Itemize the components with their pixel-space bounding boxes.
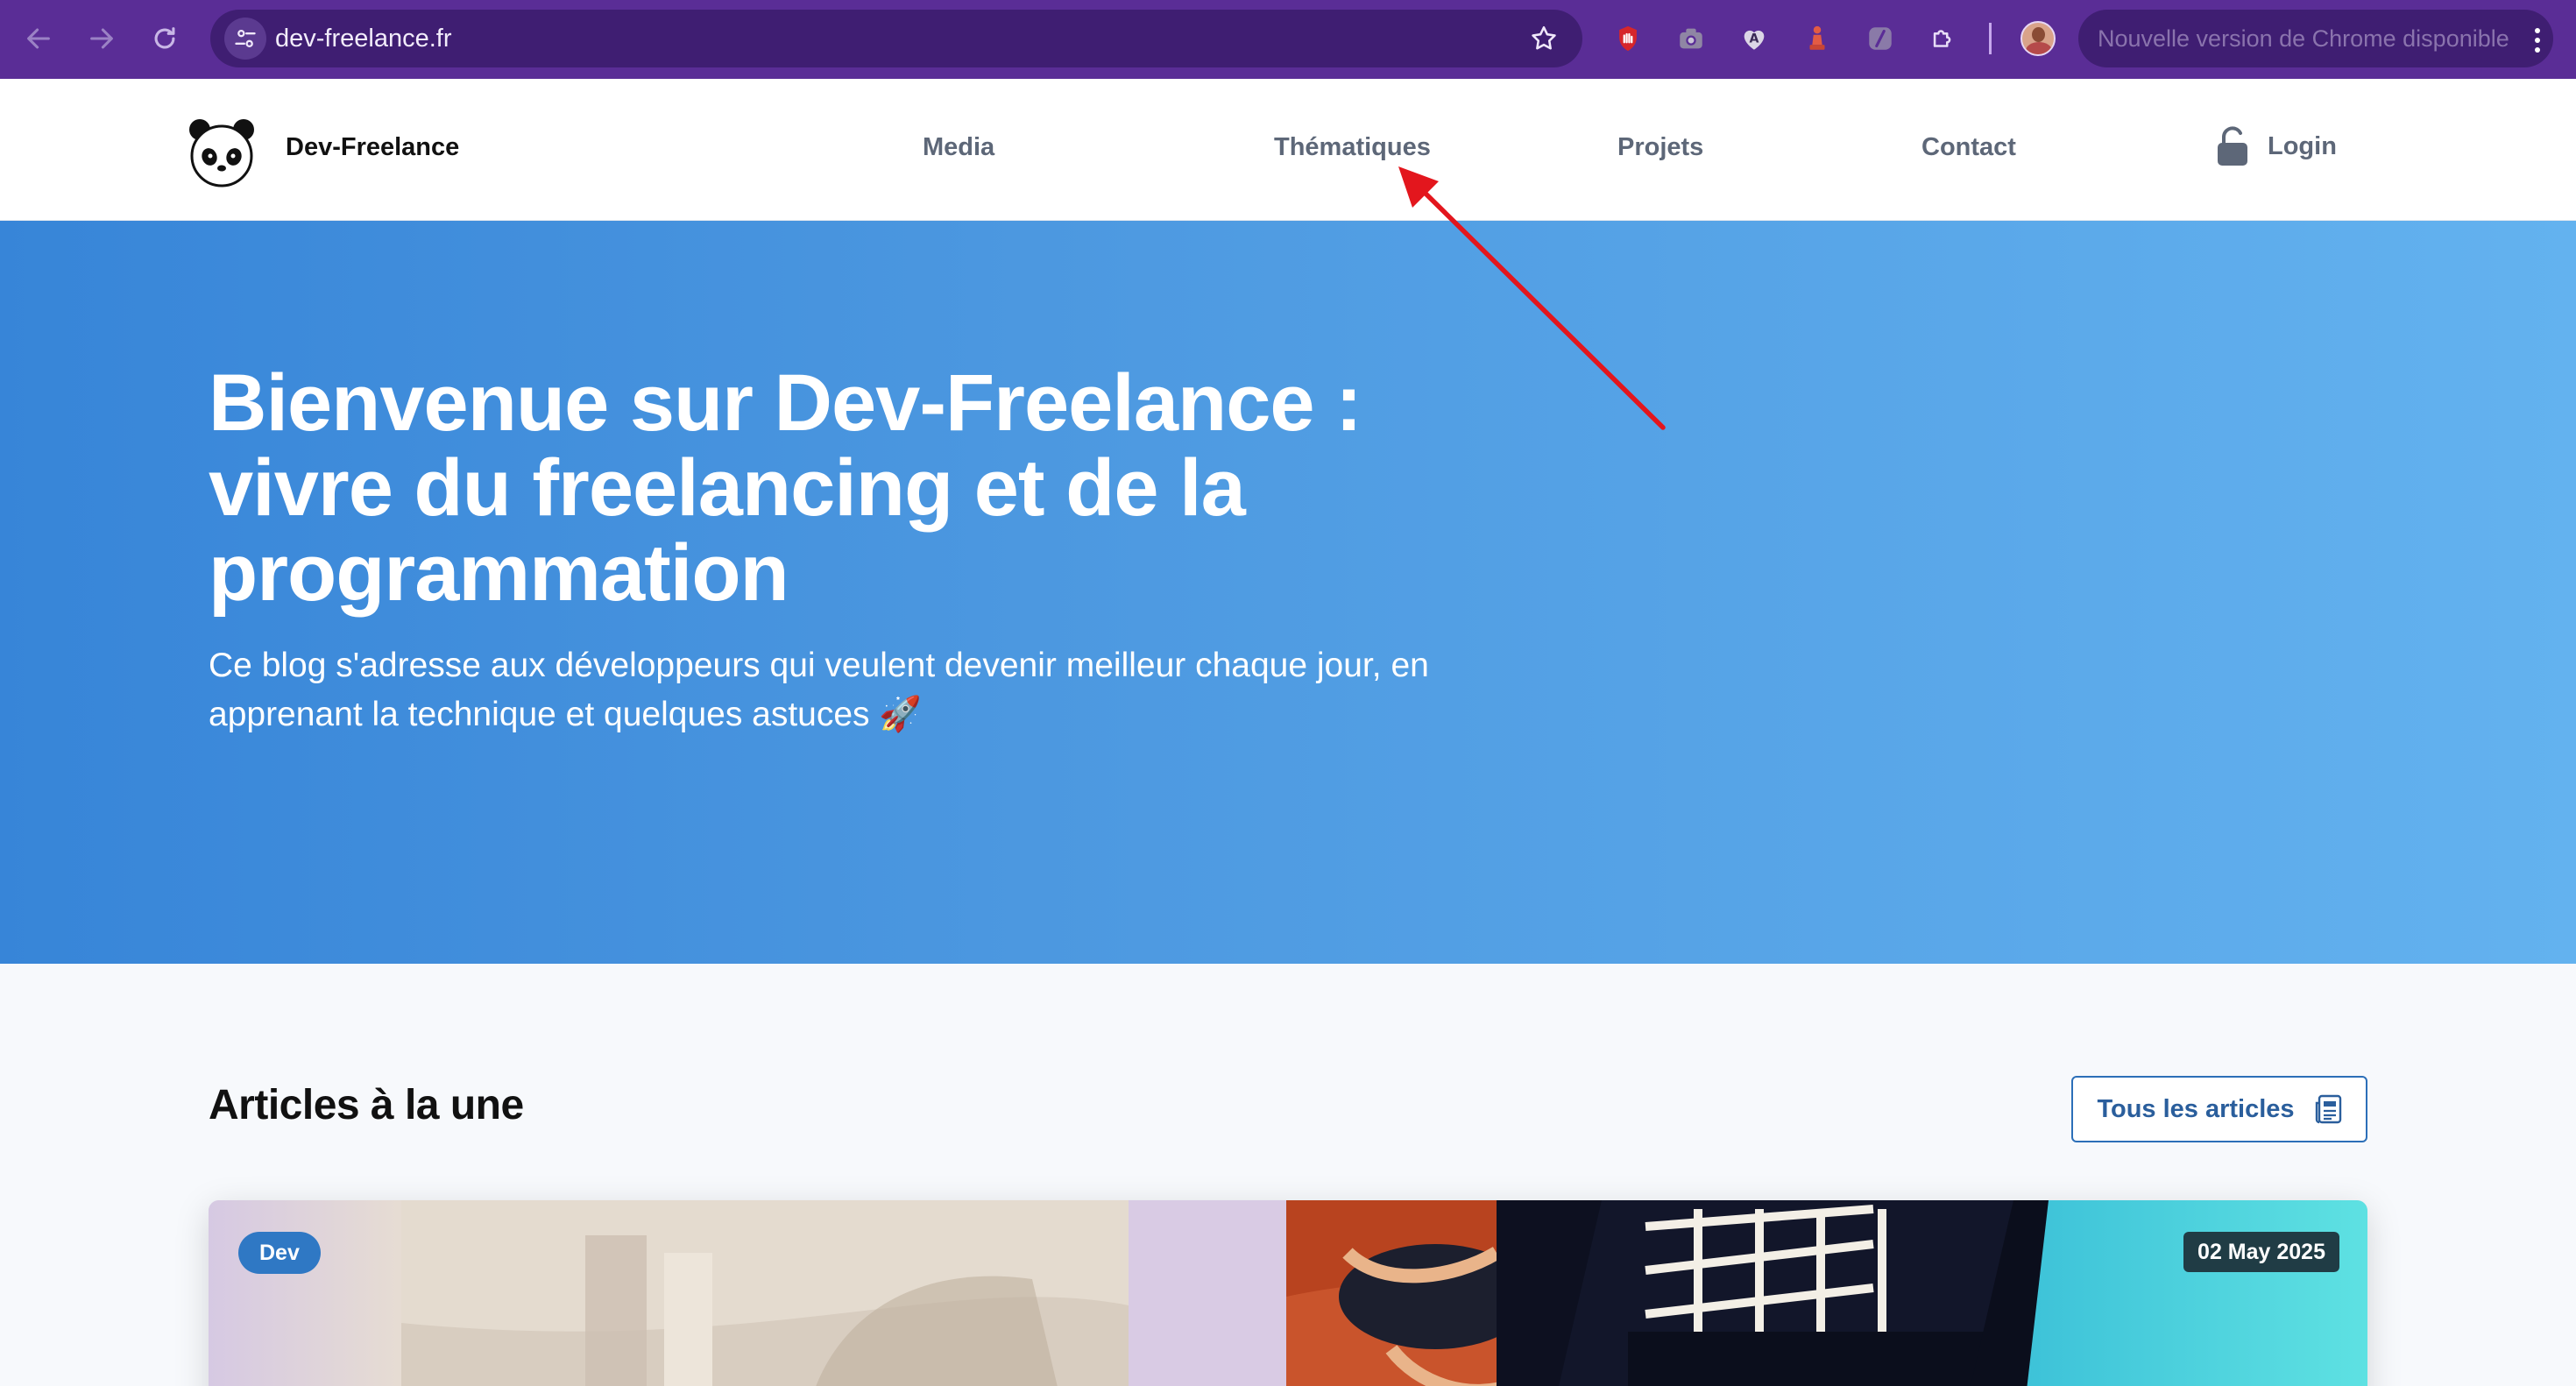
nav-link-thematiques[interactable]: Thématiques — [1274, 133, 1431, 162]
back-button[interactable] — [18, 18, 60, 60]
puzzle-icon — [1933, 30, 1951, 47]
arrow-left-icon — [27, 28, 50, 49]
nav-link-media[interactable]: Media — [923, 133, 994, 162]
unlocked-padlock-icon — [2218, 126, 2247, 166]
newspaper-icon — [2315, 1094, 2341, 1124]
all-articles-label: Tous les articles — [2097, 1094, 2295, 1123]
extension-heart-a-button[interactable]: A — [1735, 19, 1773, 58]
star-icon — [1532, 25, 1556, 50]
url-text[interactable]: dev-freelance.fr — [275, 10, 452, 67]
chrome-update-button[interactable]: Nouvelle version de Chrome disponible — [2078, 10, 2553, 67]
hero-title: Bienvenue sur Dev-Freelance : vivre du f… — [209, 358, 1362, 618]
pen-nib-icon — [1869, 27, 1892, 50]
browser-toolbar: dev-freelance.fr A Nouvelle version de C… — [0, 0, 2576, 79]
extension-camera-button[interactable] — [1672, 19, 1710, 58]
article-tag[interactable]: Dev — [238, 1232, 321, 1274]
camera-icon — [1680, 28, 1702, 49]
profile-avatar[interactable] — [2020, 21, 2056, 56]
stop-hand-icon — [1619, 25, 1637, 52]
hero-section: Bienvenue sur Dev-Freelance : vivre du f… — [0, 221, 2576, 964]
svg-text:A: A — [1750, 32, 1759, 46]
brand-name[interactable]: Dev-Freelance — [286, 133, 459, 162]
chess-piece-icon — [1809, 25, 1825, 50]
extension-chess-button[interactable] — [1798, 19, 1836, 58]
heart-a-icon: A — [1744, 30, 1765, 50]
toolbar-divider — [1989, 23, 1992, 54]
address-bar[interactable]: dev-freelance.fr — [210, 10, 1582, 67]
hero-subtitle: Ce blog s'adresse aux développeurs qui v… — [209, 647, 1429, 733]
site-header: Dev-Freelance Media Thématiques Projets … — [0, 79, 2576, 221]
reload-button[interactable] — [144, 18, 186, 60]
nav-link-projets[interactable]: Projets — [1617, 133, 1703, 162]
article-cover-image — [209, 1200, 2367, 1386]
tune-icon — [235, 29, 256, 48]
extension-pen-button[interactable] — [1861, 19, 1900, 58]
login-label: Login — [2268, 131, 2337, 160]
forward-button[interactable] — [81, 18, 123, 60]
arrow-right-icon — [90, 28, 113, 49]
section-title: Articles à la une — [209, 1082, 524, 1128]
extension-stop-button[interactable] — [1609, 19, 1647, 58]
all-articles-button[interactable]: Tous les articles — [2071, 1076, 2367, 1142]
nav-link-contact[interactable]: Contact — [1921, 133, 2016, 162]
update-notice-label: Nouvelle version de Chrome disponible — [2098, 25, 2509, 52]
login-link[interactable]: Login — [2217, 126, 2337, 166]
panda-icon[interactable] — [184, 114, 259, 189]
site-info-button[interactable] — [224, 18, 266, 60]
extensions-menu-button[interactable] — [1924, 19, 1963, 58]
featured-article-card[interactable]: Dev 02 May 2025 — [209, 1200, 2367, 1386]
article-date: 02 May 2025 — [2183, 1232, 2339, 1272]
kebab-menu-icon[interactable] — [2522, 23, 2553, 58]
reload-icon — [154, 27, 175, 49]
bookmark-button[interactable] — [1523, 18, 1565, 60]
